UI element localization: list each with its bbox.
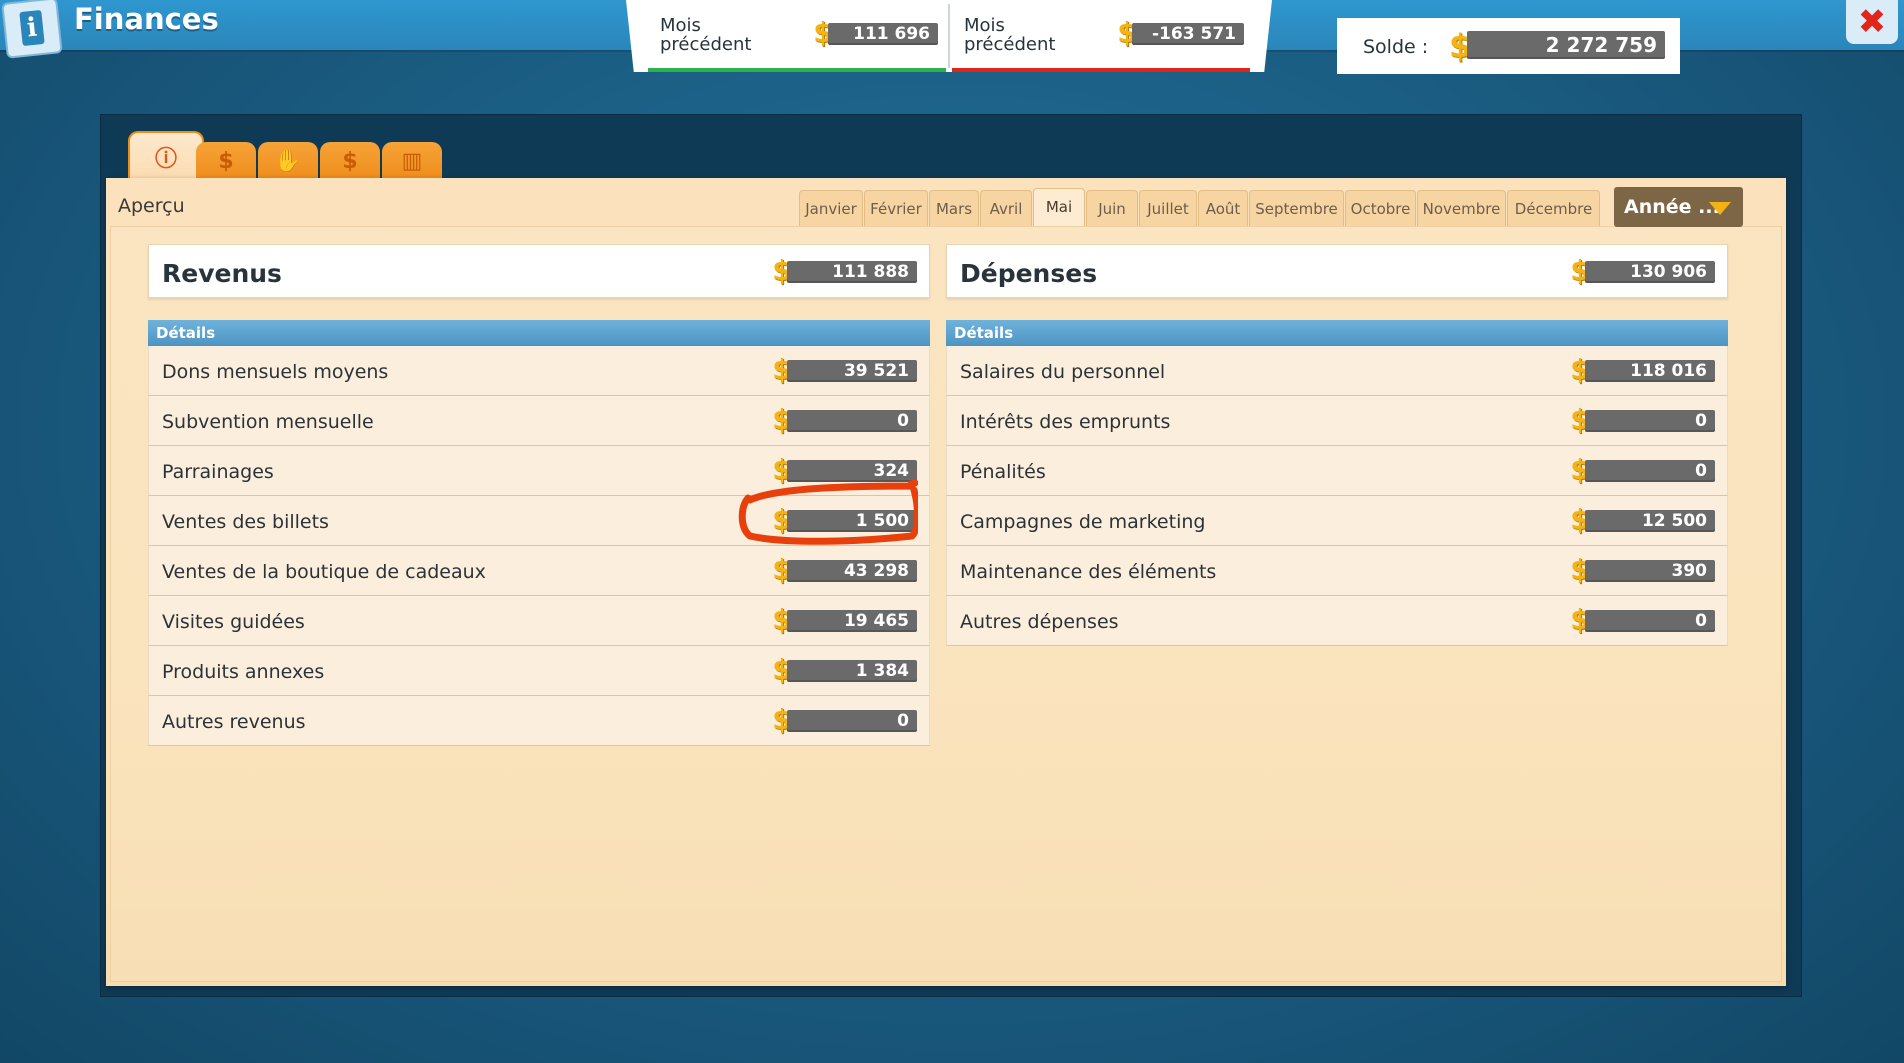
month-tab-avril[interactable]: Avril (980, 190, 1032, 226)
revenue-row: Visites guidées $19 465 (148, 596, 930, 646)
month-tab-mai[interactable]: Mai (1033, 188, 1085, 226)
row-value: 0 (787, 410, 917, 432)
tab-overview[interactable]: ⓘ (128, 131, 204, 181)
row-value: 19 465 (787, 610, 917, 632)
row-label: Parrainages (162, 461, 274, 483)
month-tab-septembre[interactable]: Septembre (1249, 190, 1344, 226)
info-icon[interactable]: i (1, 0, 63, 59)
row-value: 43 298 (787, 560, 917, 582)
revenue-header: Revenus $ 111 888 (148, 244, 930, 298)
previous-month-expenses-label: Mois précédent (964, 15, 1056, 55)
row-value: 118 016 (1585, 360, 1715, 382)
annotation-circle (738, 479, 918, 545)
expense-row: Pénalités $0 (946, 446, 1728, 496)
chevron-down-icon (1709, 202, 1731, 215)
month-tab-decembre[interactable]: Décembre (1507, 190, 1600, 226)
previous-month-income: Mois précédent $ 111 696 (648, 0, 954, 72)
row-label: Pénalités (960, 461, 1046, 483)
previous-month-panel: Mois précédent $ 111 696 Mois précédent … (626, 0, 1272, 72)
month-tab-juillet[interactable]: Juillet (1139, 190, 1197, 226)
previous-month-expenses: Mois précédent $ -163 571 (952, 0, 1258, 72)
previous-month-income-label: Mois précédent (660, 15, 752, 55)
expenses-details-header: Détails (946, 320, 1728, 346)
row-value: 39 521 (787, 360, 917, 382)
month-tab-mars[interactable]: Mars (929, 190, 979, 226)
row-label: Produits annexes (162, 661, 325, 683)
row-label: Ventes des billets (162, 511, 329, 533)
expense-row: Autres dépenses $0 (946, 596, 1728, 646)
expenses-title: Dépenses (960, 259, 1098, 288)
row-label: Intérêts des emprunts (960, 411, 1171, 433)
tab-expenses[interactable]: $ (320, 142, 380, 180)
previous-month-expenses-value: -163 571 (1132, 23, 1244, 45)
row-label: Ventes de la boutique de cadeaux (162, 561, 486, 583)
money-bag-icon: $ (218, 148, 234, 174)
screen: i Finances ✖ Mois précédent $ 111 696 Mo… (0, 0, 1904, 1063)
row-value: 0 (787, 710, 917, 732)
row-label: Autres revenus (162, 711, 306, 733)
balance-value: 2 272 759 (1467, 31, 1665, 59)
row-value: 0 (1585, 460, 1715, 482)
row-label: Campagnes de marketing (960, 511, 1206, 533)
row-label: Maintenance des éléments (960, 561, 1217, 583)
month-tab-juin[interactable]: Juin (1086, 190, 1138, 226)
handshake-icon: ✋ (274, 148, 302, 174)
row-label: Autres dépenses (960, 611, 1119, 633)
row-value: 1 384 (787, 660, 917, 682)
expenses-accent-line (952, 68, 1250, 72)
close-button[interactable]: ✖ (1846, 0, 1898, 44)
row-value: 12 500 (1585, 510, 1715, 532)
month-tab-janvier[interactable]: Janvier (799, 190, 863, 226)
page-title: Finances (74, 2, 219, 36)
expense-row: Campagnes de marketing $12 500 (946, 496, 1728, 546)
row-label: Subvention mensuelle (162, 411, 374, 433)
revenue-row: Dons mensuels moyens $39 521 (148, 346, 930, 396)
revenue-details-header: Détails (148, 320, 930, 346)
row-value: 0 (1585, 610, 1715, 632)
revenue-row: Ventes de la boutique de cadeaux $43 298 (148, 546, 930, 596)
expense-row: Salaires du personnel $118 016 (946, 346, 1728, 396)
section-label: Aperçu (118, 195, 185, 217)
close-icon: ✖ (1857, 2, 1887, 42)
revenue-row: Autres revenus $0 (148, 696, 930, 746)
expense-row: Maintenance des éléments $390 (946, 546, 1728, 596)
month-tab-aout[interactable]: Août (1198, 190, 1248, 226)
tab-sponsorship[interactable]: ✋ (258, 142, 318, 180)
revenue-title: Revenus (162, 259, 282, 288)
expenses-header: Dépenses $ 130 906 (946, 244, 1728, 298)
row-label: Dons mensuels moyens (162, 361, 389, 383)
year-dropdown[interactable]: Année ... (1614, 187, 1743, 227)
revenue-row: Subvention mensuelle $0 (148, 396, 930, 446)
row-value: 390 (1585, 560, 1715, 582)
tab-charts[interactable]: ▥ (382, 142, 442, 180)
revenue-total: 111 888 (787, 261, 917, 283)
revenue-row: Produits annexes $1 384 (148, 646, 930, 696)
row-label: Salaires du personnel (960, 361, 1166, 383)
previous-month-income-value: 111 696 (828, 23, 938, 45)
balance-label: Solde : (1363, 36, 1429, 58)
month-tab-octobre[interactable]: Octobre (1345, 190, 1416, 226)
month-tab-novembre[interactable]: Novembre (1417, 190, 1506, 226)
divider (948, 4, 950, 68)
tab-revenue[interactable]: $ (196, 142, 256, 180)
chart-icon: ▥ (401, 148, 423, 174)
year-dropdown-label: Année ... (1624, 196, 1720, 218)
expenses-total: 130 906 (1585, 261, 1715, 283)
dollar-icon: $ (342, 148, 358, 174)
month-tab-fevrier[interactable]: Février (864, 190, 928, 226)
expenses-column: Dépenses $ 130 906 Détails Salaires du p… (946, 244, 1728, 646)
expense-row: Intérêts des emprunts $0 (946, 396, 1728, 446)
info-icon: ⓘ (154, 147, 177, 172)
income-accent-line (648, 68, 946, 72)
row-label: Visites guidées (162, 611, 305, 633)
balance-panel: Solde : $ 2 272 759 (1337, 18, 1680, 74)
row-value: 0 (1585, 410, 1715, 432)
